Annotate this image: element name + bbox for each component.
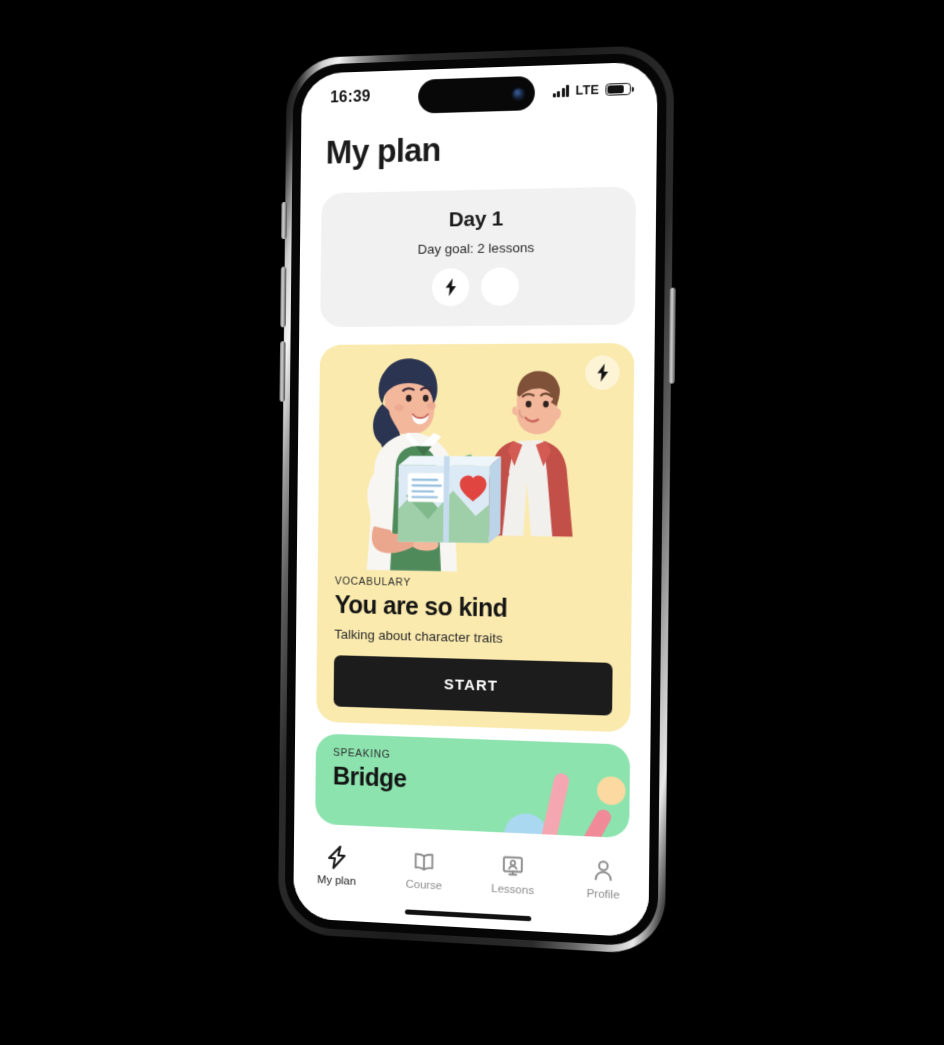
lesson-card-speaking[interactable]: SPEAKING Bridge bbox=[315, 733, 630, 838]
speaking-card-text: SPEAKING Bridge bbox=[315, 733, 630, 838]
lesson-card-text: VOCABULARY You are so kind Talking about… bbox=[316, 573, 632, 732]
bolt-icon bbox=[444, 278, 457, 296]
presentation-screen-icon bbox=[501, 853, 525, 878]
page-title: My plan bbox=[301, 115, 657, 173]
day-goal-text: Day goal: 2 lessons bbox=[336, 239, 619, 258]
lesson-progress-dots bbox=[336, 266, 619, 307]
day-title: Day 1 bbox=[336, 205, 619, 234]
action-button[interactable] bbox=[281, 202, 287, 239]
scroll-container[interactable]: My plan Day 1 Day goal: 2 lessons VOCABU… bbox=[293, 115, 657, 938]
status-indicators: LTE bbox=[552, 82, 631, 99]
lesson-category-label: VOCABULARY bbox=[335, 575, 614, 592]
phone-screen: 16:39 LTE My plan Day 1 Day goal: 2 less… bbox=[293, 62, 658, 938]
book-icon bbox=[412, 849, 436, 874]
lesson-title: You are so kind bbox=[334, 591, 613, 626]
lesson-title: Bridge bbox=[333, 763, 612, 803]
tab-my-plan[interactable]: My plan bbox=[299, 844, 374, 889]
lesson-card-list: VOCABULARY You are so kind Talking about… bbox=[294, 343, 655, 839]
power-button[interactable] bbox=[669, 288, 676, 384]
bolt-icon bbox=[326, 845, 347, 870]
network-type-label: LTE bbox=[575, 83, 599, 98]
tab-label: My plan bbox=[317, 874, 356, 888]
signal-strength-icon bbox=[552, 85, 569, 98]
bolt-icon bbox=[596, 364, 609, 382]
tab-label: Course bbox=[406, 879, 442, 893]
tab-label: Profile bbox=[586, 888, 619, 902]
lesson-subtitle: Talking about character traits bbox=[334, 627, 613, 649]
lesson-bolt-badge bbox=[585, 355, 620, 390]
tab-lessons[interactable]: Lessons bbox=[474, 852, 552, 898]
person-icon bbox=[591, 858, 616, 884]
lesson-dot-completed[interactable] bbox=[432, 268, 470, 306]
day-progress-card: Day 1 Day goal: 2 lessons bbox=[320, 186, 636, 327]
battery-icon bbox=[605, 83, 631, 97]
phone-device: 16:39 LTE My plan Day 1 Day goal: 2 less… bbox=[278, 45, 675, 956]
start-button[interactable]: START bbox=[334, 655, 613, 715]
tab-course[interactable]: Course bbox=[386, 848, 463, 894]
donation-scene-illustration bbox=[318, 343, 635, 579]
dynamic-island bbox=[418, 76, 535, 114]
screenshot-stage: 16:39 LTE My plan Day 1 Day goal: 2 less… bbox=[0, 0, 944, 1045]
front-camera-icon bbox=[513, 88, 524, 99]
lesson-illustration bbox=[318, 343, 635, 579]
app-viewport: My plan Day 1 Day goal: 2 lessons VOCABU… bbox=[293, 115, 657, 938]
status-time: 16:39 bbox=[330, 88, 371, 107]
tab-profile[interactable]: Profile bbox=[564, 856, 644, 903]
volume-down-button[interactable] bbox=[279, 341, 285, 402]
volume-up-button[interactable] bbox=[280, 267, 286, 328]
lesson-dot-pending[interactable] bbox=[481, 267, 519, 306]
speaking-illustration bbox=[498, 758, 630, 838]
lesson-card-vocabulary[interactable]: VOCABULARY You are so kind Talking about… bbox=[316, 343, 634, 732]
